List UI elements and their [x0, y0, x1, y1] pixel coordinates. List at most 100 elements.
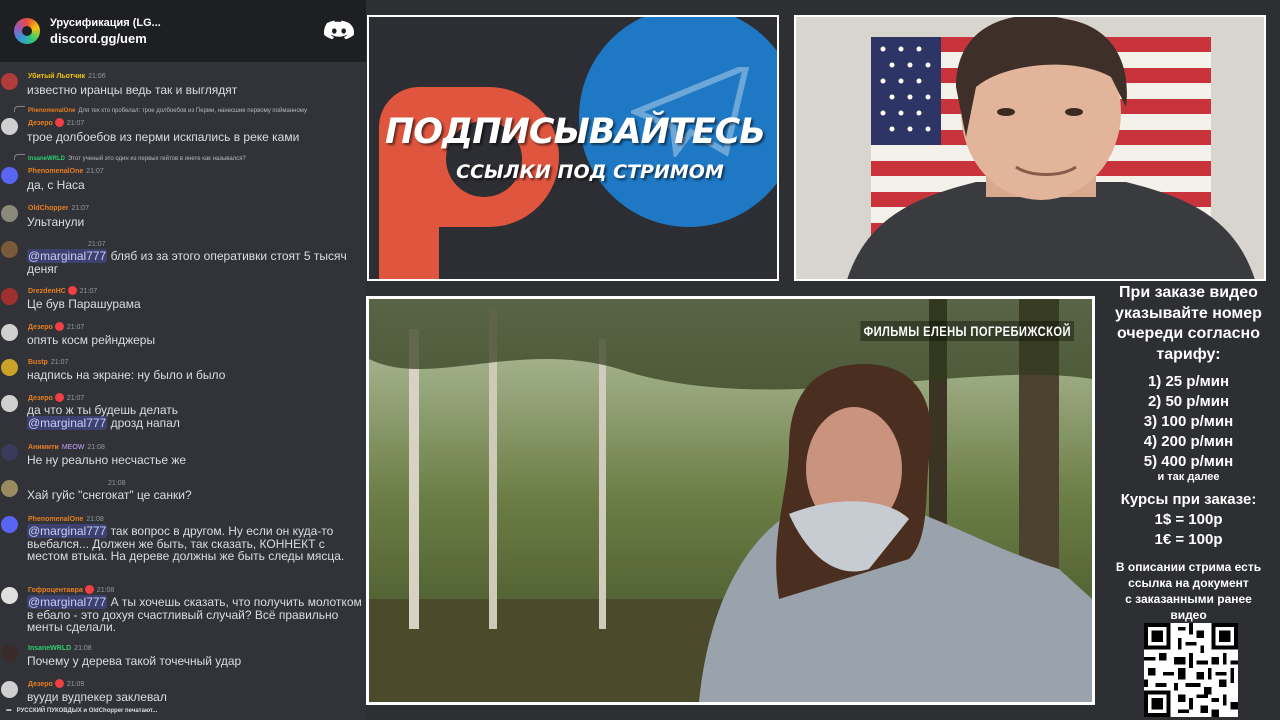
message-time: 21:08 [74, 645, 92, 652]
message-author[interactable]: Дезеро [28, 324, 53, 331]
avatar [1, 681, 18, 698]
order-info-panel: При заказе видео указывайте номер очеред… [1097, 283, 1280, 720]
chat-header: Урусификация (LG... discord.gg/uem [0, 0, 366, 62]
avatar [1, 167, 18, 184]
promo-subtitle: ССЫЛКИ ПОД СТРИМОМ [456, 161, 724, 183]
message-text: Не ну реально несчастье же [27, 453, 187, 467]
message-time: 21:07 [79, 288, 98, 295]
chat-overlay: Урусификация (LG... discord.gg/uem Убиты… [0, 0, 366, 720]
promo-title: ПОДПИСЫВАЙТЕСЬ [385, 112, 766, 152]
tariff-more: и так далее [1157, 471, 1220, 483]
message-time: 21:06 [88, 73, 106, 80]
role-badge-icon [54, 118, 64, 127]
message-time: 21:07 [86, 168, 104, 175]
message-author[interactable]: OldChopper [28, 205, 68, 212]
message-time: 21:08 [87, 444, 105, 451]
avatar [1, 516, 18, 533]
message-time: 21:08 [86, 516, 104, 523]
server-invite-link[interactable]: discord.gg/uem [50, 30, 324, 47]
tariff-item: 4) 200 р/мин [1143, 433, 1234, 450]
message-text: @marginal777 так вопрос в другом. Ну есл… [27, 524, 345, 563]
webcam-feed [794, 15, 1266, 281]
role-badge-icon [54, 393, 64, 402]
discord-logo-icon [324, 20, 354, 40]
message-text: @marginal777 бляб из за этого оперативки… [27, 249, 347, 276]
tariff-item: 1) 25 р/мин [1147, 373, 1230, 390]
reply-text: Для тех кто пробелал: трое долбоебов из … [78, 108, 307, 114]
message-time: 21:07 [71, 205, 89, 212]
reply-preview: InsaneWRLD Этот ученый это один из первых… [14, 154, 246, 164]
avatar [1, 324, 18, 341]
avatar [1, 241, 18, 258]
message-author[interactable]: InsaneWRLD [28, 645, 71, 652]
message-text: @marginal777 А ты хочешь сказать, что по… [27, 595, 362, 634]
server-icon [14, 18, 40, 44]
user-tag: MEOW [61, 444, 85, 451]
avatar [1, 288, 18, 305]
message-text: Хай гуйс "снєгокат" це санки? [27, 488, 192, 502]
stream-layout: { "chat": { "server_name": "Урусификация… [0, 0, 1280, 720]
avatar [1, 587, 18, 604]
message-time: 21:07 [88, 241, 106, 248]
avatar [1, 395, 18, 412]
message-time: 21:07 [66, 395, 85, 402]
avatar [1, 118, 18, 135]
role-badge-icon [84, 585, 94, 594]
server-name: Урусификация (LG... [50, 16, 161, 29]
avatar [1, 480, 18, 497]
role-badge-icon [54, 322, 64, 331]
avatar [1, 73, 18, 90]
video-player[interactable]: ФИЛЬМЫ ЕЛЕНЫ ПОГРЕБИЖСКОЙ [366, 296, 1095, 705]
message-time: 21:08 [108, 480, 126, 487]
message-author[interactable]: PhenomenalOne [28, 516, 83, 523]
role-badge-icon [67, 286, 77, 295]
message-time: 21:07 [66, 324, 85, 331]
message-text: вууди вудпекер заклевал [27, 690, 167, 704]
message-author[interactable]: PhenomenalOne [28, 168, 83, 175]
streamer-silhouette [847, 17, 1255, 279]
message-author[interactable]: Bustp [28, 359, 48, 366]
typing-indicator: РУССКИЙ ПУКОВДЫХ и OldChopper печатают..… [6, 708, 158, 714]
video-watermark: ФИЛЬМЫ ЕЛЕНЫ ПОГРЕБИЖСКОЙ [860, 321, 1074, 341]
avatar [1, 205, 18, 222]
message-time: 21:07 [66, 120, 85, 127]
subscribe-banner: ПОДПИСЫВАЙТЕСЬ ССЫЛКИ ПОД СТРИМОМ [367, 15, 779, 281]
avatar [1, 359, 18, 376]
message-time: 21:08 [96, 587, 115, 594]
user-mention[interactable]: @marginal777 [27, 415, 108, 430]
message-text: известно иранцы ведь так и выглядят [27, 83, 238, 97]
exchange-rates: Курсы при заказе: 1$ = 100р 1€ = 100р [1120, 491, 1257, 548]
message-text: Ультанули [27, 215, 85, 229]
tariff-item: 3) 100 р/мин [1143, 413, 1234, 430]
forest-scene [369, 299, 1092, 702]
message-author[interactable]: DrezdenHC [28, 288, 66, 295]
avatar [1, 444, 18, 461]
message-author[interactable]: Гофроцентавра [28, 587, 83, 594]
message-author[interactable]: Убитый Льотчик [28, 73, 85, 80]
message-author[interactable]: Дезеро [28, 120, 53, 127]
message-text: надпись на экране: ну было и было [27, 368, 226, 382]
message-time: 21:07 [50, 359, 69, 366]
avatar [1, 645, 18, 662]
reply-text: Этот ученый это один из первых гейтов в … [68, 156, 246, 162]
tariff-item: 2) 50 р/мин [1147, 393, 1230, 410]
message-author[interactable]: Дезеро [28, 681, 53, 688]
tariff-item: 5) 400 р/мин [1143, 453, 1234, 470]
message-author[interactable]: Дезеро [28, 395, 53, 402]
message-text: опять косм рейнджеры [27, 333, 156, 347]
message-text: трое долбоебов из перми искпались в реке… [27, 130, 300, 144]
role-badge-icon [54, 679, 64, 688]
message-text: да, с Наса [27, 178, 85, 192]
reply-author: PhenomenalOne [28, 108, 76, 114]
message-author[interactable]: Анимити [28, 444, 59, 451]
order-instructions: При заказе видео указывайте номер очеред… [1115, 284, 1262, 363]
message-text: да что ж ты будешь делать @marginal777 др… [27, 403, 180, 430]
qr-code-icon[interactable] [1144, 623, 1238, 717]
message-text: Почему у дерева такой точечный удар [27, 654, 242, 668]
reply-author: InsaneWRLD [28, 156, 66, 162]
message-time: 21:09 [66, 681, 85, 688]
message-text: Це був Парашурама [27, 297, 141, 311]
tariff-list: 1) 25 р/мин 2) 50 р/мин 3) 100 р/мин 4) … [1097, 372, 1280, 472]
reply-preview: PhenomenalOne Для тех кто пробелал: трое … [14, 106, 307, 116]
description-note: В описании стрима есть ссылка на докумен… [1115, 560, 1262, 622]
